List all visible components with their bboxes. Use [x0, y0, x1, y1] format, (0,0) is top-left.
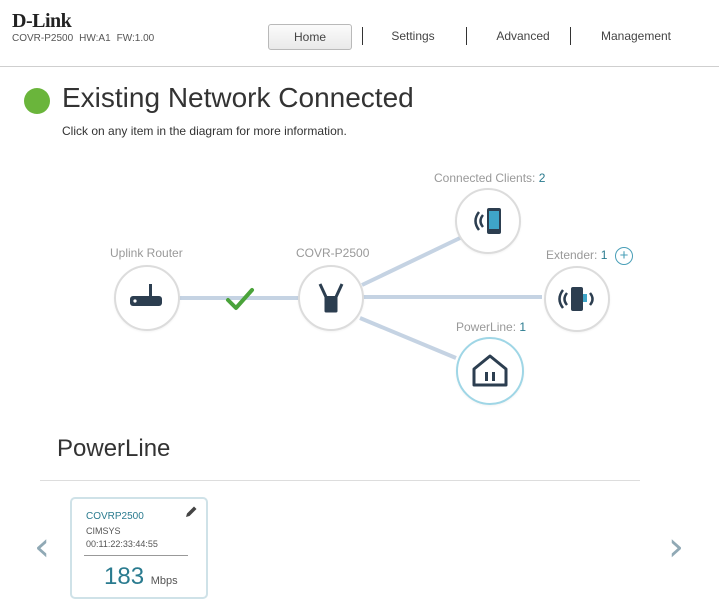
section-title: PowerLine: [57, 435, 171, 462]
section-divider: [40, 480, 640, 481]
extender-node[interactable]: [544, 266, 610, 332]
card-divider: [84, 555, 188, 556]
speed-unit: Mbps: [150, 575, 178, 587]
home-icon: [472, 354, 508, 387]
powerline-label: PowerLine: 1: [456, 320, 527, 334]
wireless-client-icon: [474, 208, 501, 234]
clients-label: Connected Clients: 2: [434, 171, 546, 185]
link-powerline: [359, 316, 457, 360]
next-arrow-icon[interactable]: ›: [668, 524, 684, 570]
card-speed: 183 Mbps: [104, 563, 178, 591]
covr-device-node[interactable]: [298, 265, 364, 331]
card-device-subname: CIMSYS: [86, 526, 121, 536]
powerline-device-card[interactable]: COVRP2500 CIMSYS 00:11:22:33:44:55 183 M…: [70, 497, 208, 599]
wireless-extender-icon: [558, 287, 594, 311]
uplink-label: Uplink Router: [110, 246, 183, 260]
powerline-count: 1: [519, 320, 527, 334]
extender-count: 1: [600, 248, 608, 262]
extender-label: Extender: 1: [546, 248, 608, 262]
extender-device-icon: [318, 283, 344, 313]
card-mac-address: 00:11:22:33:44:55: [86, 539, 158, 549]
uplink-router-node[interactable]: [114, 265, 180, 331]
powerline-node[interactable]: [456, 337, 524, 405]
speed-value: 183: [104, 563, 145, 590]
device-label: COVR-P2500: [296, 246, 370, 260]
prev-arrow-icon[interactable]: ‹: [34, 524, 50, 570]
card-device-name: COVRP2500: [86, 511, 144, 522]
connected-clients-node[interactable]: [455, 188, 521, 254]
link-clients: [361, 236, 461, 287]
add-extender-button[interactable]: +: [615, 247, 633, 265]
clients-count: 2: [538, 171, 546, 185]
edit-pencil-icon[interactable]: [184, 505, 198, 524]
router-icon: [130, 284, 162, 306]
